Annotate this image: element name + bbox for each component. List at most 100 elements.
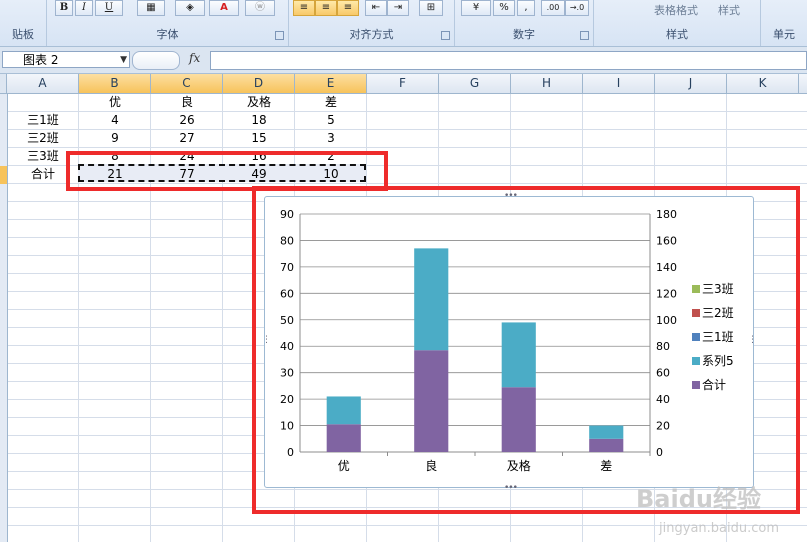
cell-a2[interactable]: 三1班 <box>7 111 79 129</box>
chevron-down-icon[interactable]: ▼ <box>120 52 127 69</box>
cell-d3[interactable]: 15 <box>223 129 295 147</box>
y-left-tick-label: 10 <box>280 420 294 433</box>
column-header-d[interactable]: D <box>223 74 295 93</box>
x-tick-label: 优 <box>338 459 350 473</box>
underline-button[interactable]: U <box>95 0 123 16</box>
number-group: ¥ % , .00 →.0 数字 <box>455 0 594 46</box>
column-header-b[interactable]: B <box>79 74 151 93</box>
chart-object[interactable]: ••• ••• ⋮ ⋮ 0 10 20 30 40 50 60 70 80 90 0 20 40 60 80… <box>262 191 757 493</box>
cancel-enter-oval[interactable] <box>132 51 180 70</box>
phonetic-button[interactable]: ⓦ <box>245 0 275 16</box>
y-left-tick-label: 80 <box>280 234 294 247</box>
select-all-corner[interactable] <box>0 74 7 93</box>
formula-controls: fx <box>132 51 212 70</box>
styles-group: 表格格式 样式 样式 <box>594 0 761 46</box>
name-box-value: 图表 2 <box>23 53 59 67</box>
align-right-button[interactable]: ≡ <box>337 0 359 16</box>
y-left-tick-label: 90 <box>280 208 294 221</box>
column-headers: A B C D E F G H I J K <box>0 74 807 94</box>
column-header-c[interactable]: C <box>151 74 223 93</box>
cell-e2[interactable]: 5 <box>295 111 367 129</box>
cell-c1[interactable]: 良 <box>151 93 223 111</box>
column-header-g[interactable]: G <box>439 74 511 93</box>
cell-e1[interactable]: 差 <box>295 93 367 111</box>
align-center-button[interactable]: ≡ <box>315 0 337 16</box>
font-color-button[interactable]: A <box>209 0 239 16</box>
legend-label: 三1班 <box>702 330 734 344</box>
legend-swatch <box>692 333 700 341</box>
watermark-url: jingyan.baidu.com <box>659 521 779 536</box>
comma-button[interactable]: , <box>517 0 535 16</box>
y-right-tick-label: 0 <box>656 446 663 459</box>
align-center-icon: ≡ <box>321 2 331 13</box>
legend-swatch <box>692 357 700 365</box>
y-right-tick-label: 140 <box>656 261 677 274</box>
column-header-h[interactable]: H <box>511 74 583 93</box>
cell-a1[interactable] <box>7 93 79 111</box>
cell-e3[interactable]: 3 <box>295 129 367 147</box>
align-left-icon: ≡ <box>299 2 309 13</box>
cell-d2[interactable]: 18 <box>223 111 295 129</box>
fill-color-icon: ◈ <box>186 2 194 13</box>
legend-label: 三3班 <box>702 282 734 296</box>
x-tick-label: 差 <box>600 459 612 473</box>
indent-icon: ⇥ <box>393 2 403 13</box>
column-header-e[interactable]: E <box>295 74 367 93</box>
y-left-tick-label: 0 <box>287 446 294 459</box>
merge-button[interactable]: ⊞ <box>419 0 443 16</box>
name-box[interactable]: 图表 2 ▼ <box>2 51 130 68</box>
y-right-tick-label: 100 <box>656 314 677 327</box>
watermark-logo: Baidu经验 <box>636 485 761 513</box>
legend-label: 系列5 <box>702 354 734 368</box>
legend-swatch <box>692 309 700 317</box>
cell-b3[interactable]: 9 <box>79 129 151 147</box>
phonetic-icon: ⓦ <box>255 2 265 13</box>
font-group-label: 字体 <box>156 28 179 41</box>
bar-segment <box>501 322 536 388</box>
border-button[interactable]: ▦ <box>137 0 165 16</box>
fill-color-button[interactable]: ◈ <box>175 0 205 16</box>
decrease-decimal-button[interactable]: →.0 <box>565 0 589 16</box>
cell-b1[interactable]: 优 <box>79 93 151 111</box>
y-right-tick-label: 60 <box>656 367 670 380</box>
table-format-button[interactable]: 表格格式 <box>654 2 698 18</box>
column-header-i[interactable]: I <box>583 74 655 93</box>
y-right-tick-label: 160 <box>656 234 677 247</box>
insert-function-button[interactable]: fx <box>189 51 200 65</box>
y-left-tick-label: 60 <box>280 287 294 300</box>
alignment-dialog-launcher[interactable] <box>441 31 450 40</box>
y-left-tick-label: 30 <box>280 367 294 380</box>
increase-decimal-button[interactable]: .00 <box>541 0 565 16</box>
cell-a3[interactable]: 三2班 <box>7 129 79 147</box>
font-group: B I U ▦ ◈ A ⓦ 字体 <box>47 0 289 46</box>
y-right-tick-label: 120 <box>656 287 677 300</box>
cell-d1[interactable]: 及格 <box>223 93 295 111</box>
column-header-k[interactable]: K <box>727 74 799 93</box>
cell-style-button[interactable]: 样式 <box>718 2 740 18</box>
column-header-a[interactable]: A <box>7 74 79 93</box>
font-dialog-launcher[interactable] <box>275 31 284 40</box>
bar-segment <box>589 438 624 452</box>
percent-button[interactable]: % <box>493 0 515 16</box>
increase-indent-button[interactable]: ⇥ <box>387 0 409 16</box>
number-dialog-launcher[interactable] <box>580 31 589 40</box>
currency-button[interactable]: ¥ <box>461 0 491 16</box>
decrease-indent-button[interactable]: ⇤ <box>365 0 387 16</box>
bar-segment <box>414 350 449 452</box>
column-header-f[interactable]: F <box>367 74 439 93</box>
align-right-icon: ≡ <box>343 2 353 13</box>
row-headers-lower[interactable] <box>0 184 8 542</box>
currency-icon: ¥ <box>472 2 480 13</box>
align-left-button[interactable]: ≡ <box>293 0 315 16</box>
formula-input[interactable] <box>210 51 807 70</box>
bar-segment <box>326 396 361 425</box>
column-header-j[interactable]: J <box>655 74 727 93</box>
legend-label: 三2班 <box>702 306 734 320</box>
cells-group-label: 单元 <box>773 28 795 41</box>
highlight-box-totals <box>66 151 388 191</box>
cell-c2[interactable]: 26 <box>151 111 223 129</box>
cell-c3[interactable]: 27 <box>151 129 223 147</box>
bold-button[interactable]: B <box>55 0 73 16</box>
cell-b2[interactable]: 4 <box>79 111 151 129</box>
italic-button[interactable]: I <box>75 0 93 16</box>
